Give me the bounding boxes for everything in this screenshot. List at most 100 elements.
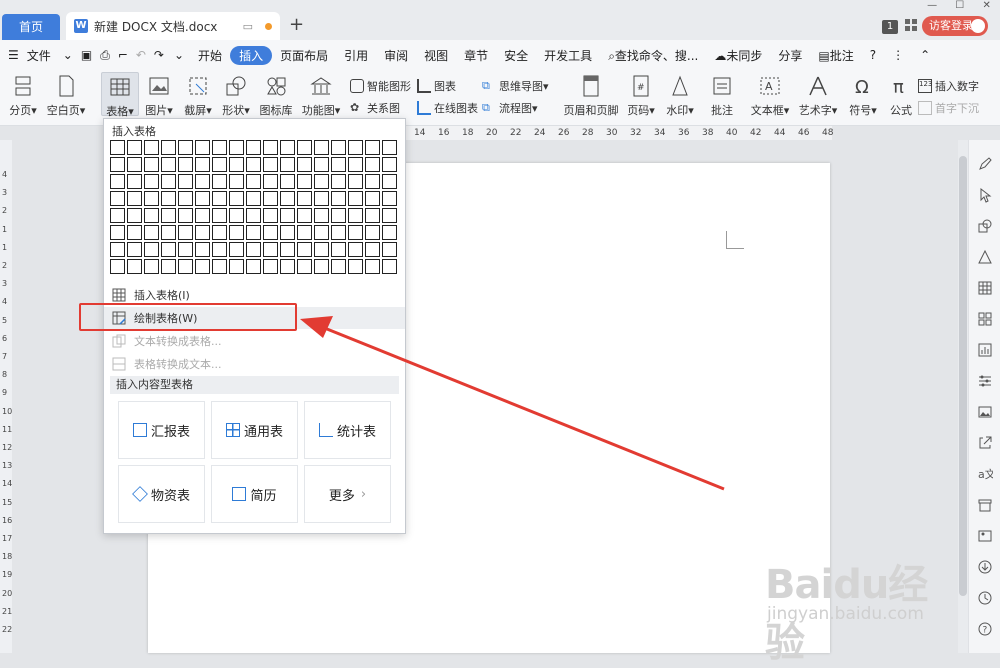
chart-button[interactable]: 图表 xyxy=(417,78,456,94)
grid-cell[interactable] xyxy=(195,140,210,155)
close-icon[interactable]: ✕ xyxy=(982,0,990,14)
relation-chart-button[interactable]: ✿ 关系图 xyxy=(350,100,400,116)
menu-file[interactable]: 文件 xyxy=(27,47,59,64)
help-panel-icon[interactable]: ? xyxy=(977,621,993,637)
collapse-ribbon-icon[interactable]: ⌃ xyxy=(912,48,938,62)
comment-button[interactable]: ▤批注 xyxy=(810,47,861,64)
grid-cell[interactable] xyxy=(348,225,363,240)
grid-cell[interactable] xyxy=(195,259,210,274)
grid-cell[interactable] xyxy=(246,140,261,155)
minimize-icon[interactable]: — xyxy=(927,0,937,14)
general-table-card[interactable]: 通用表 xyxy=(211,401,298,459)
grid-cell[interactable] xyxy=(365,157,380,172)
style-icon[interactable] xyxy=(977,249,993,265)
annotation-button[interactable]: 批注 xyxy=(708,74,736,118)
page-break-button[interactable]: 分页▾ xyxy=(6,74,40,118)
print-icon[interactable]: ⎙ xyxy=(96,48,114,63)
grid-cell[interactable] xyxy=(246,259,261,274)
watermark-button[interactable]: 水印▾ xyxy=(663,74,697,118)
header-footer-button[interactable]: 页眉和页脚 xyxy=(563,74,619,118)
download-icon[interactable] xyxy=(977,559,993,575)
flowchart-button[interactable]: ⧉ 流程图 ▾ xyxy=(482,100,538,116)
grid-cell[interactable] xyxy=(161,225,176,240)
page-number-button[interactable]: # 页码▾ xyxy=(625,74,657,118)
function-chart-button[interactable]: 功能图▾ xyxy=(301,74,341,118)
grid-cell[interactable] xyxy=(246,242,261,257)
grid-cell[interactable] xyxy=(314,157,329,172)
menu-references[interactable]: 引用 xyxy=(336,47,376,64)
drop-cap-button[interactable]: 首字下沉 xyxy=(918,100,979,116)
grid-cell[interactable] xyxy=(212,157,227,172)
grid-cell[interactable] xyxy=(314,174,329,189)
grid-cell[interactable] xyxy=(382,191,397,206)
grid-cell[interactable] xyxy=(263,191,278,206)
grid-cell[interactable] xyxy=(144,157,159,172)
shape-button[interactable]: 形状▾ xyxy=(220,74,252,118)
grid-cell[interactable] xyxy=(382,174,397,189)
grid-cell[interactable] xyxy=(314,140,329,155)
translate-icon[interactable]: a文 xyxy=(977,466,993,482)
grid-cell[interactable] xyxy=(127,191,142,206)
chart-panel-icon[interactable] xyxy=(977,342,993,358)
text-to-table-item[interactable]: 文本转换成表格... xyxy=(104,330,405,352)
image-panel-icon[interactable] xyxy=(977,404,993,420)
grid-cell[interactable] xyxy=(331,242,346,257)
grid-cell[interactable] xyxy=(229,225,244,240)
pen-icon[interactable] xyxy=(977,156,993,172)
grid-cell[interactable] xyxy=(229,259,244,274)
grid-cell[interactable] xyxy=(365,242,380,257)
hamburger-icon[interactable]: ☰ xyxy=(0,48,27,62)
menu-start[interactable]: 开始 xyxy=(190,47,230,64)
grid-cell[interactable] xyxy=(110,259,125,274)
grid-cell[interactable] xyxy=(246,174,261,189)
apps-grid-icon[interactable] xyxy=(904,18,918,32)
grid-cell[interactable] xyxy=(263,242,278,257)
new-tab-button[interactable]: + xyxy=(289,14,304,35)
grid-cell[interactable] xyxy=(195,191,210,206)
menu-insert[interactable]: 插入 xyxy=(230,45,273,65)
chevron-down-icon[interactable]: ⌄ xyxy=(59,48,77,62)
cursor-icon[interactable] xyxy=(977,187,993,203)
grid-cell[interactable] xyxy=(365,174,380,189)
grid-cell[interactable] xyxy=(280,157,295,172)
menu-section[interactable]: 章节 xyxy=(456,47,496,64)
grid-cell[interactable] xyxy=(178,225,193,240)
grid-cell[interactable] xyxy=(314,208,329,223)
history-icon[interactable] xyxy=(977,590,993,606)
table-size-grid[interactable] xyxy=(110,140,397,274)
grid-cell[interactable] xyxy=(195,242,210,257)
grid-cell[interactable] xyxy=(161,140,176,155)
table-to-text-item[interactable]: 表格转换成文本... xyxy=(104,353,405,375)
grid-cell[interactable] xyxy=(365,225,380,240)
monitor-icon[interactable]: ▭ xyxy=(243,20,253,33)
picture-button[interactable]: 图片▾ xyxy=(143,74,175,118)
grid-cell[interactable] xyxy=(178,140,193,155)
grid-cell[interactable] xyxy=(314,225,329,240)
grid-cell[interactable] xyxy=(246,208,261,223)
grid-cell[interactable] xyxy=(195,208,210,223)
grid-cell[interactable] xyxy=(297,191,312,206)
more-quick-icon[interactable]: ⌄ xyxy=(168,48,190,62)
blank-page-button[interactable]: 空白页▾ xyxy=(46,74,86,118)
grid-cell[interactable] xyxy=(331,208,346,223)
grid-cell[interactable] xyxy=(144,242,159,257)
scroll-thumb[interactable] xyxy=(959,156,967,596)
smart-graphic-button[interactable]: 智能图形 xyxy=(350,78,411,94)
statistics-table-card[interactable]: 统计表 xyxy=(304,401,391,459)
grid-cell[interactable] xyxy=(178,242,193,257)
grid-cell[interactable] xyxy=(331,140,346,155)
menu-security[interactable]: 安全 xyxy=(496,47,536,64)
grid-cell[interactable] xyxy=(229,208,244,223)
grid-cell[interactable] xyxy=(331,225,346,240)
grid-cell[interactable] xyxy=(280,225,295,240)
grid-cell[interactable] xyxy=(297,242,312,257)
materials-table-card[interactable]: 物资表 xyxy=(118,465,205,523)
grid-cell[interactable] xyxy=(263,208,278,223)
tab-home[interactable]: 首页 xyxy=(2,14,60,40)
grid-cell[interactable] xyxy=(382,140,397,155)
grid-cell[interactable] xyxy=(348,242,363,257)
grid-cell[interactable] xyxy=(263,140,278,155)
grid-cell[interactable] xyxy=(127,140,142,155)
grid-cell[interactable] xyxy=(229,242,244,257)
grid-cell[interactable] xyxy=(212,191,227,206)
